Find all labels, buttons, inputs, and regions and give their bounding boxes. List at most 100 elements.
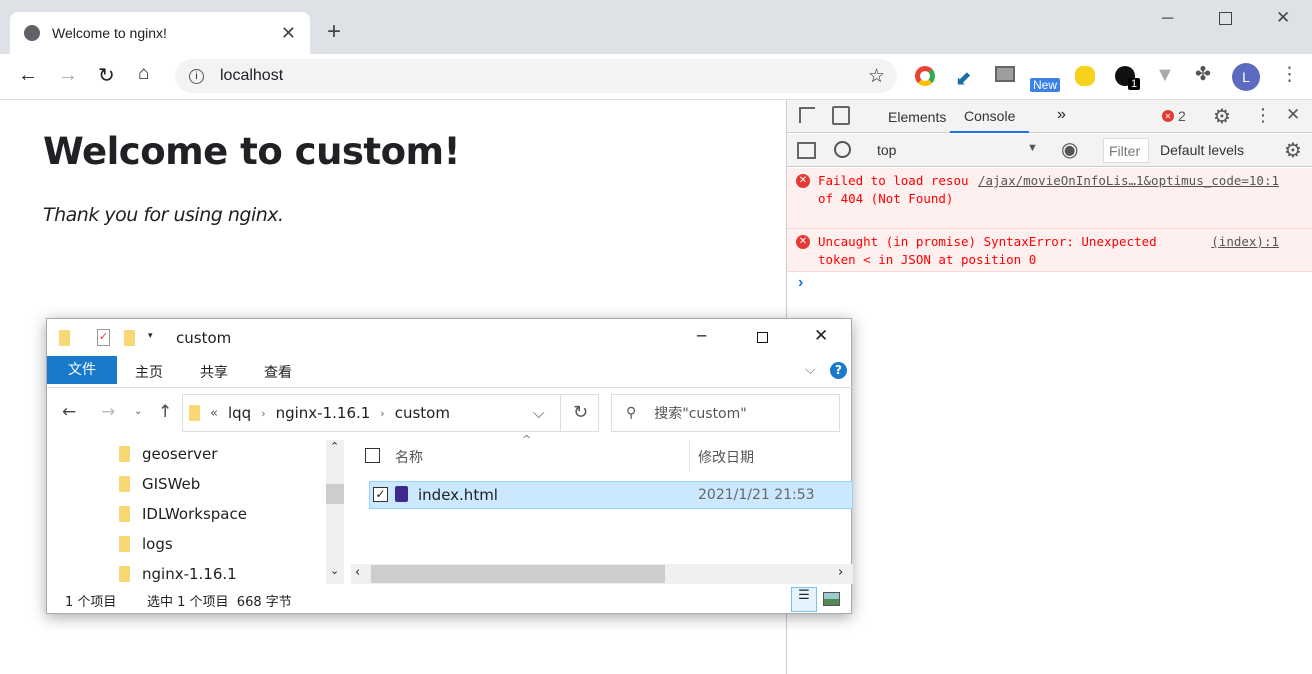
folder-icon: [119, 476, 130, 492]
context-dropdown-icon[interactable]: ▼: [1027, 142, 1038, 154]
error-source-link[interactable]: (index):1: [1203, 233, 1279, 251]
breadcrumb-item[interactable]: custom: [395, 404, 450, 422]
extensions-puzzle-icon[interactable]: ✤: [1195, 63, 1211, 86]
forward-icon[interactable]: →: [58, 64, 78, 87]
details-view-button[interactable]: ☰: [791, 587, 817, 612]
devtools-menu-icon[interactable]: ⋮: [1254, 105, 1272, 126]
file-modified: 2021/1/21 21:53: [698, 487, 815, 503]
settings-icon[interactable]: ⚙: [1213, 104, 1231, 129]
new-badge[interactable]: New: [1030, 78, 1061, 92]
properties-icon[interactable]: ✓: [97, 329, 110, 346]
breadcrumb-item[interactable]: lqq: [228, 404, 251, 422]
file-checkbox[interactable]: ✓: [373, 487, 388, 502]
extension-screen-icon[interactable]: [995, 66, 1015, 82]
close-tab-icon[interactable]: ✕: [281, 23, 296, 44]
devtools-panel: Elements Console » ✕ 2 ⚙ ⋮ ✕ top ▼ ◉ Fil…: [786, 100, 1312, 674]
home-icon[interactable]: ⌂: [138, 63, 149, 85]
horizontal-scrollbar[interactable]: ‹ ›: [351, 564, 853, 584]
extension-arrow-icon[interactable]: ⬋: [955, 66, 972, 91]
maximize-button[interactable]: [757, 332, 768, 343]
reload-icon[interactable]: ↻: [98, 63, 115, 88]
help-icon[interactable]: ?: [830, 362, 847, 379]
breadcrumb-item[interactable]: nginx-1.16.1: [276, 404, 371, 422]
folder-icon: [189, 405, 200, 421]
error-source-link[interactable]: /ajax/movieOnInfoLis…1&optimus_code=10:1: [969, 172, 1279, 190]
sidebar-toggle-icon[interactable]: [797, 142, 816, 159]
log-levels-select[interactable]: Default levels: [1160, 142, 1244, 158]
console-settings-icon[interactable]: ⚙: [1284, 138, 1302, 163]
error-count[interactable]: 2: [1178, 108, 1186, 124]
search-box[interactable]: ⚲ 搜索"custom": [611, 394, 840, 432]
info-icon[interactable]: i: [189, 68, 204, 84]
folder-icon: [119, 536, 130, 552]
inspect-icon[interactable]: [799, 107, 815, 123]
ribbon-tab-share[interactable]: 共享: [200, 362, 228, 382]
folder-icon: [119, 446, 130, 462]
menu-icon[interactable]: ⋮: [1280, 63, 1299, 86]
ribbon-tab-view[interactable]: 查看: [264, 362, 292, 382]
html-file-icon: [395, 486, 408, 502]
address-text[interactable]: localhost: [220, 67, 283, 85]
extension-vue-icon[interactable]: ▼: [1155, 64, 1175, 87]
nav-item[interactable]: geoserver: [119, 445, 217, 463]
browser-tab[interactable]: Welcome to nginx! ✕: [10, 12, 310, 54]
profile-avatar[interactable]: L: [1232, 63, 1260, 91]
browser-toolbar: ← → ↻ ⌂ i localhost ☆ ⬋ New 1 ▼ ✤ L ⋮: [0, 54, 1312, 100]
recent-locations-icon[interactable]: ⌄: [134, 406, 142, 417]
devtools-tabbar: Elements Console » ✕ 2 ⚙ ⋮ ✕: [787, 100, 1312, 133]
device-toolbar-icon[interactable]: [832, 106, 850, 125]
close-button[interactable]: ✕: [814, 326, 828, 346]
more-tabs-icon[interactable]: »: [1057, 106, 1066, 124]
scroll-thumb[interactable]: [326, 484, 344, 504]
scroll-thumb[interactable]: [371, 565, 665, 583]
quick-access-dropdown-icon[interactable]: ▾: [148, 331, 153, 341]
folder-icon: [119, 506, 130, 522]
error-icon: ✕: [796, 235, 810, 249]
window-title: custom: [176, 329, 232, 347]
back-icon[interactable]: ←: [62, 402, 76, 422]
filter-input[interactable]: Filter: [1103, 138, 1149, 163]
nav-scrollbar[interactable]: ⌃ ⌄: [326, 440, 344, 584]
new-tab-button[interactable]: +: [327, 18, 341, 46]
live-expression-eye-icon[interactable]: ◉: [1061, 137, 1078, 162]
file-name: index.html: [418, 486, 498, 504]
minimize-button[interactable]: ─: [697, 327, 706, 345]
close-devtools-icon[interactable]: ✕: [1286, 105, 1300, 125]
tab-console[interactable]: Console: [950, 100, 1030, 133]
console-prompt[interactable]: ›: [798, 274, 803, 292]
nav-item[interactable]: IDLWorkspace: [119, 505, 247, 523]
sort-indicator-icon: ^: [522, 433, 532, 446]
up-icon[interactable]: ↑: [158, 402, 172, 422]
expand-ribbon-icon[interactable]: ⌵: [805, 362, 816, 378]
address-bar[interactable]: « lqq › nginx-1.16.1 › custom ⌵ ↻: [182, 394, 599, 432]
context-select[interactable]: top: [877, 142, 896, 158]
file-row[interactable]: ✓ index.html 2021/1/21 21:53: [369, 481, 853, 509]
breadcrumb-overflow[interactable]: «: [210, 406, 218, 421]
nav-item[interactable]: logs: [119, 535, 173, 553]
console-toolbar: top ▼ ◉ Filter Default levels ⚙: [787, 134, 1312, 167]
select-all-checkbox[interactable]: [365, 448, 380, 463]
minimize-button[interactable]: ─: [1162, 10, 1173, 28]
nav-item[interactable]: GISWeb: [119, 475, 200, 493]
column-name[interactable]: 名称: [395, 447, 423, 467]
console-error-message: ✕ Uncaught (in promise) SyntaxError: Une…: [787, 229, 1312, 272]
tab-elements[interactable]: Elements: [888, 109, 946, 125]
clear-console-icon[interactable]: [834, 141, 851, 158]
column-modified[interactable]: 修改日期: [698, 447, 754, 467]
extension-chrome-icon[interactable]: [915, 66, 935, 86]
new-folder-icon[interactable]: [124, 330, 135, 346]
address-dropdown-icon[interactable]: ⌵: [533, 404, 544, 422]
error-count-icon[interactable]: ✕: [1162, 110, 1174, 122]
address-bar[interactable]: i localhost ☆: [175, 59, 897, 93]
refresh-icon[interactable]: ↻: [560, 395, 600, 431]
ribbon-tab-file[interactable]: 文件: [47, 356, 117, 384]
bookmark-star-icon[interactable]: ☆: [868, 65, 885, 88]
close-window-button[interactable]: ✕: [1276, 8, 1290, 28]
large-icons-view-button[interactable]: [823, 592, 840, 606]
back-icon[interactable]: ←: [18, 64, 38, 87]
nav-item[interactable]: nginx-1.16.1: [119, 565, 237, 583]
ribbon-tab-home[interactable]: 主页: [135, 362, 163, 382]
forward-icon[interactable]: →: [101, 402, 115, 422]
maximize-button[interactable]: [1219, 12, 1232, 25]
extension-bear-icon[interactable]: [1075, 66, 1095, 86]
